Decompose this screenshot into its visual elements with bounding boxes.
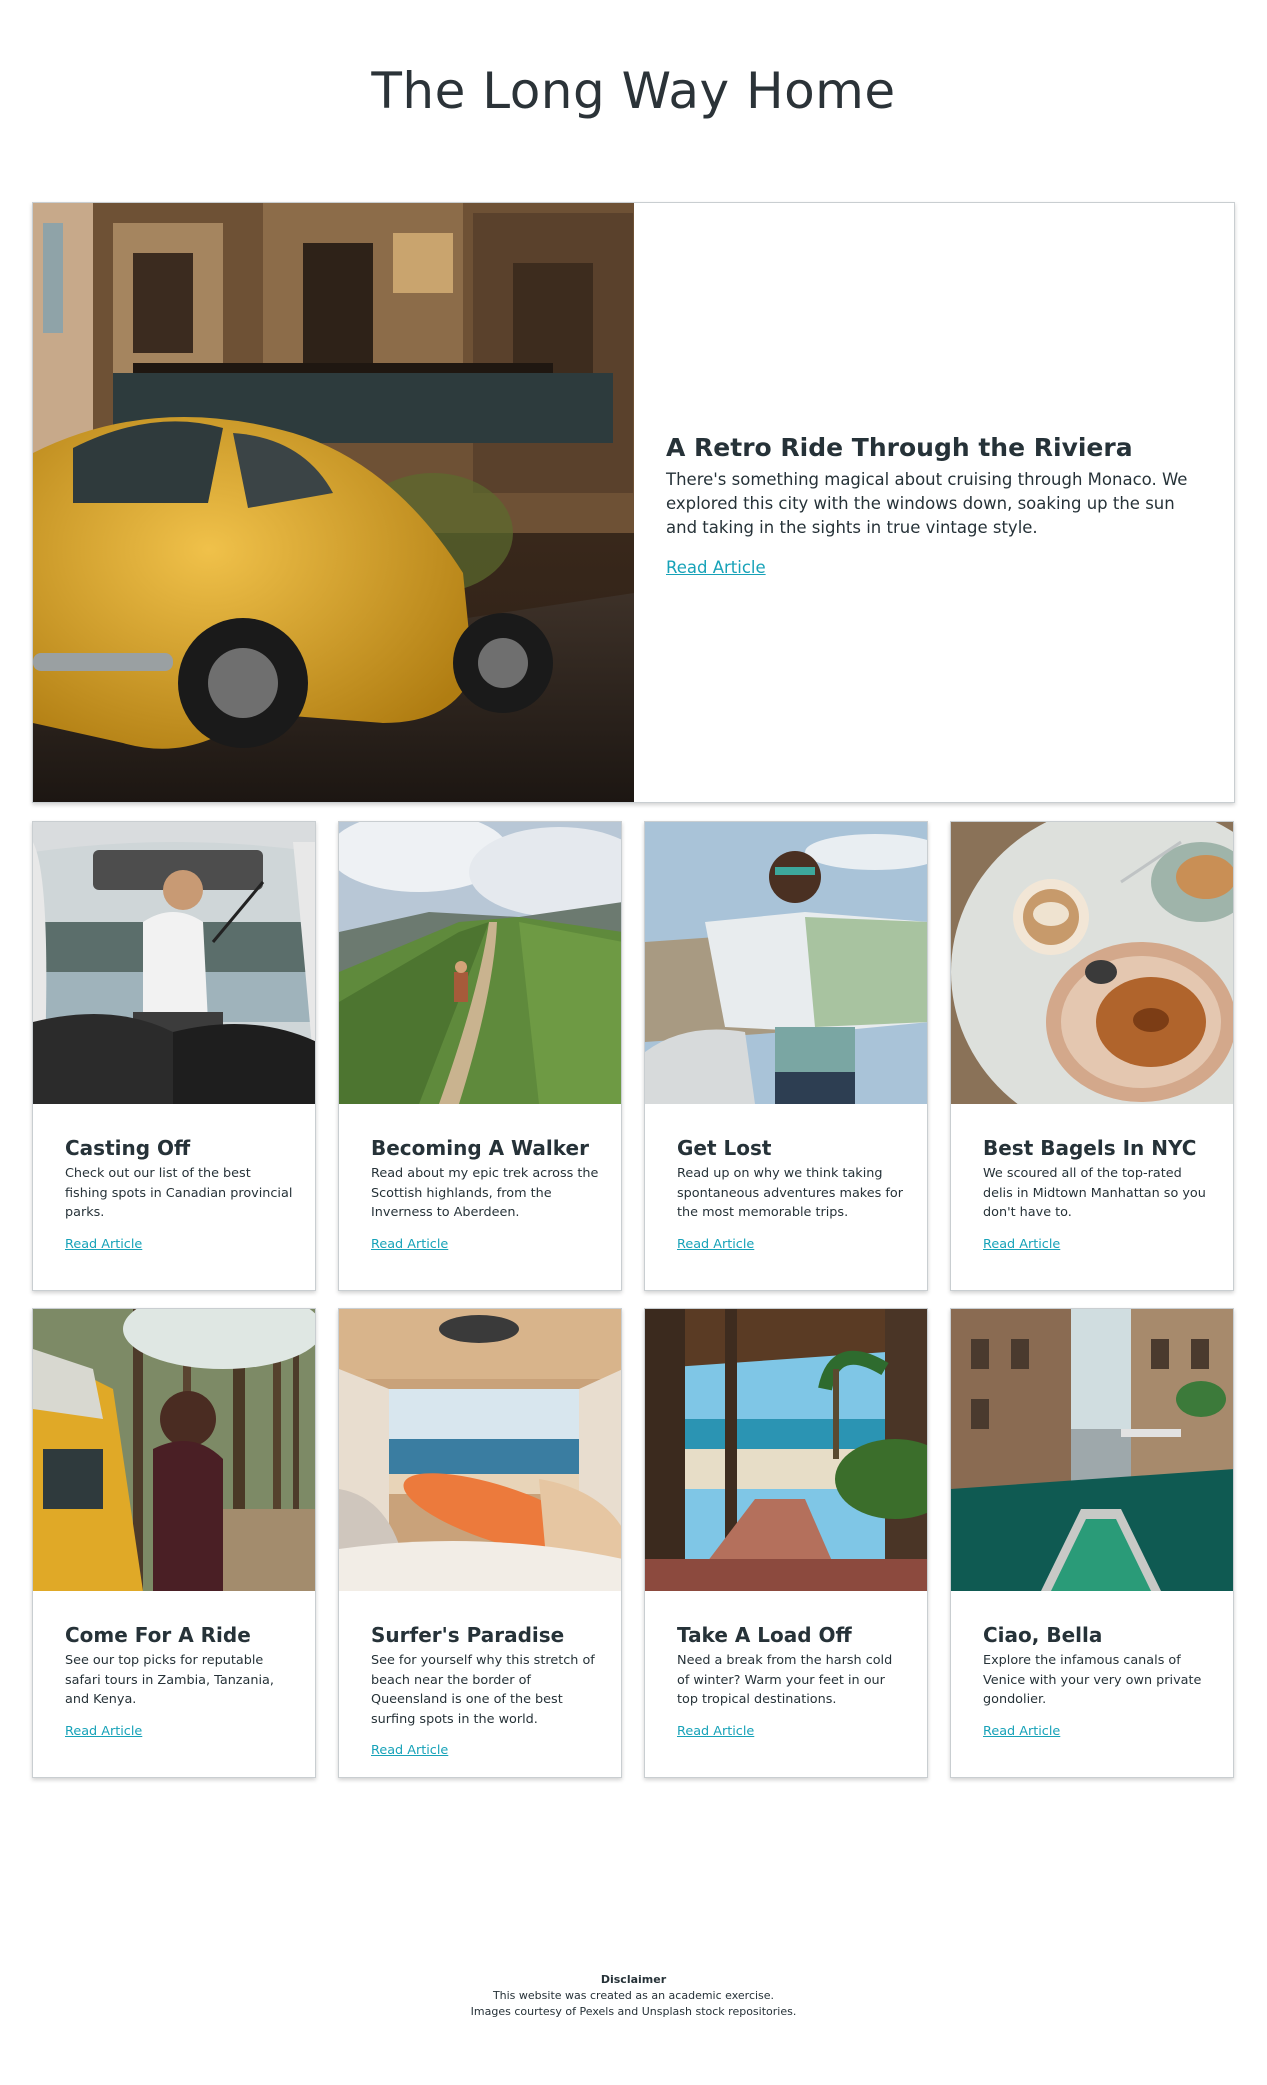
article-title: Surfer's Paradise	[371, 1623, 565, 1647]
article-body: Come For A Ride See our top picks for re…	[65, 1623, 295, 1739]
disclaimer-line-1: This website was created as an academic …	[492, 1989, 775, 2002]
article-title: Casting Off	[65, 1136, 191, 1160]
read-article-link[interactable]: Read Article	[371, 1743, 448, 1758]
article-image	[951, 822, 1233, 1104]
article-body: Ciao, Bella Explore the infamous canals …	[983, 1623, 1213, 1739]
article-description: Check out our list of the best fishing s…	[65, 1166, 293, 1220]
article-card: Surfer's Paradise See for yourself why t…	[338, 1308, 622, 1778]
article-title: Get Lost	[677, 1136, 772, 1160]
read-article-link[interactable]: Read Article	[65, 1237, 142, 1252]
article-image	[33, 822, 315, 1104]
article-card: Casting Off Check out our list of the be…	[32, 821, 316, 1291]
article-description: See for yourself why this stretch of bea…	[371, 1653, 595, 1727]
article-title: Best Bagels In NYC	[983, 1136, 1197, 1160]
article-card: Ciao, Bella Explore the infamous canals …	[950, 1308, 1234, 1778]
article-body: Take A Load Off Need a break from the ha…	[677, 1623, 907, 1739]
article-image	[33, 1309, 315, 1591]
article-body: Best Bagels In NYC We scoured all of the…	[983, 1136, 1213, 1252]
article-card: Best Bagels In NYC We scoured all of the…	[950, 821, 1234, 1291]
site-title: The Long Way Home	[371, 62, 896, 120]
featured-article-title: A Retro Ride Through the Riviera	[666, 433, 1133, 462]
read-article-link[interactable]: Read Article	[65, 1724, 142, 1739]
read-article-link[interactable]: Read Article	[983, 1237, 1060, 1252]
read-article-link[interactable]: Read Article	[677, 1724, 754, 1739]
read-article-link[interactable]: Read Article	[677, 1237, 754, 1252]
featured-article-card: A Retro Ride Through the Riviera There's…	[32, 202, 1235, 803]
article-description: We scoured all of the top-rated delis in…	[983, 1166, 1206, 1220]
read-article-link[interactable]: Read Article	[983, 1724, 1060, 1739]
article-title: Becoming A Walker	[371, 1136, 589, 1160]
article-image	[339, 1309, 621, 1591]
featured-read-article-link[interactable]: Read Article	[666, 558, 766, 577]
article-body: Surfer's Paradise See for yourself why t…	[371, 1623, 601, 1758]
read-article-link[interactable]: Read Article	[371, 1237, 448, 1252]
disclaimer-line-2: Images courtesy of Pexels and Unsplash s…	[470, 2005, 797, 2018]
article-card: Take A Load Off Need a break from the ha…	[644, 1308, 928, 1778]
article-title: Take A Load Off	[677, 1623, 852, 1647]
article-image	[951, 1309, 1233, 1591]
article-card: Come For A Ride See our top picks for re…	[32, 1308, 316, 1778]
disclaimer-heading: Disclaimer	[600, 1973, 667, 1986]
article-title: Ciao, Bella	[983, 1623, 1103, 1647]
article-title: Come For A Ride	[65, 1623, 251, 1647]
article-image	[645, 1309, 927, 1591]
article-description: Explore the infamous canals of Venice wi…	[983, 1653, 1202, 1707]
article-card: Get Lost Read up on why we think taking …	[644, 821, 928, 1291]
featured-article-body: A Retro Ride Through the Riviera There's…	[666, 433, 1206, 577]
article-body: Becoming A Walker Read about my epic tre…	[371, 1136, 601, 1252]
featured-article-image	[33, 203, 634, 802]
article-card: Becoming A Walker Read about my epic tre…	[338, 821, 622, 1291]
article-image	[339, 822, 621, 1104]
article-description: Need a break from the harsh cold of wint…	[677, 1653, 893, 1707]
featured-article-description: There's something magical about cruising…	[666, 470, 1188, 537]
article-description: See our top picks for reputable safari t…	[65, 1653, 274, 1707]
footer: Disclaimer This website was created as a…	[0, 1972, 1267, 2020]
article-description: Read about my epic trek across the Scott…	[371, 1166, 599, 1220]
article-body: Get Lost Read up on why we think taking …	[677, 1136, 907, 1252]
article-body: Casting Off Check out our list of the be…	[65, 1136, 295, 1252]
article-description: Read up on why we think taking spontaneo…	[677, 1166, 903, 1220]
article-image	[645, 822, 927, 1104]
